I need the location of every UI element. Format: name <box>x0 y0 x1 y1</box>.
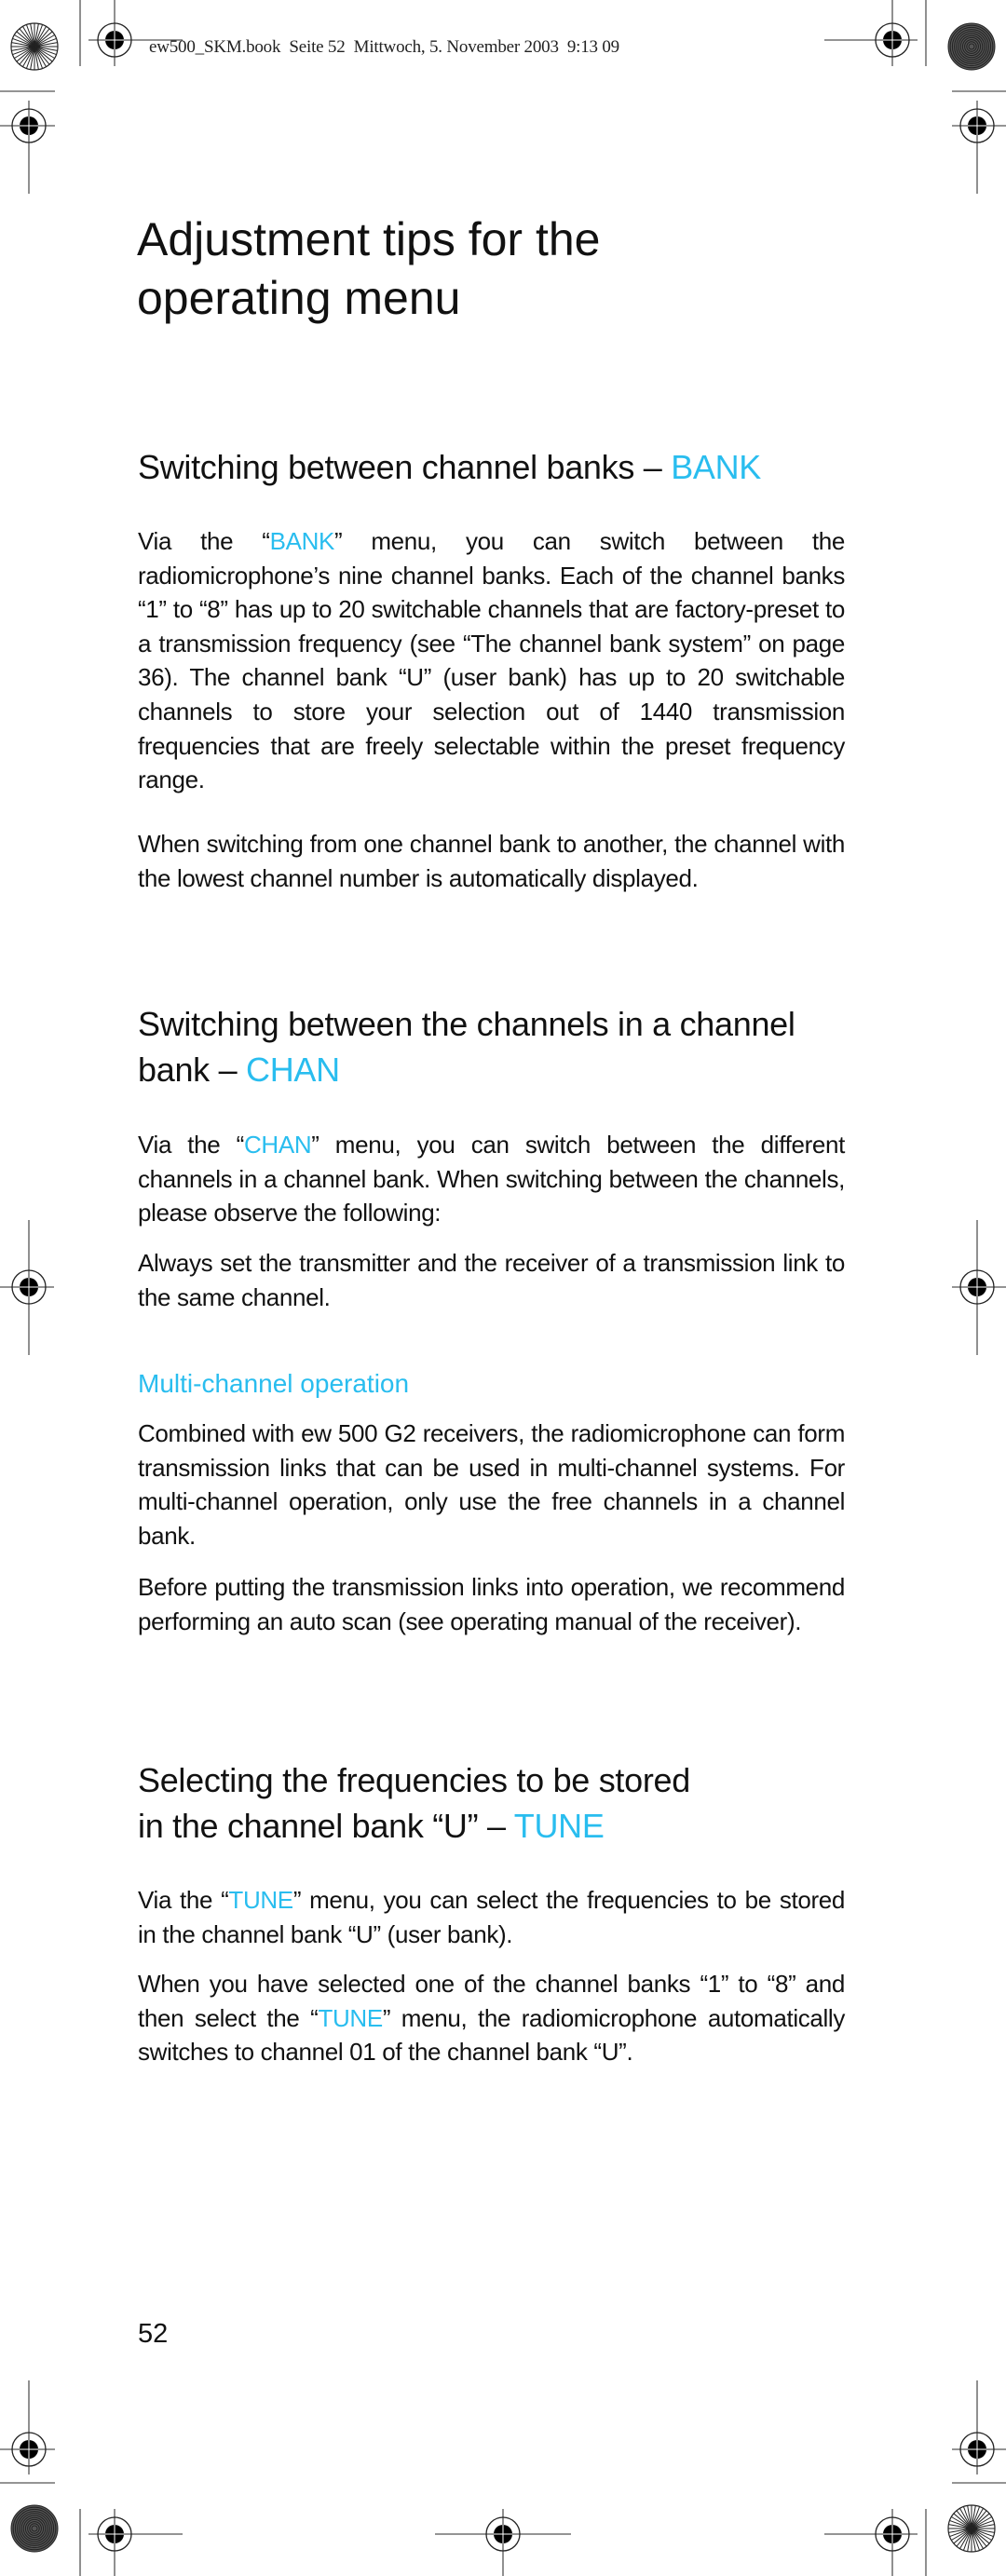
menu-keyword-chan: CHAN <box>243 1131 312 1159</box>
registration-mark-icon <box>824 0 918 66</box>
registration-mark-icon <box>824 2509 918 2576</box>
registration-mark-icon <box>952 2380 1006 2474</box>
gray-patch-icon <box>947 22 996 71</box>
registration-mark-icon <box>0 1220 54 1355</box>
color-wheel-icon <box>10 22 59 71</box>
menu-keyword-tune: TUNE <box>228 1886 293 1914</box>
paragraph-multi-channel: Combined with ew 500 G2 receivers, the r… <box>138 1419 845 1550</box>
menu-keyword-tune: TUNE <box>513 1807 605 1845</box>
registration-mark-icon <box>88 2509 183 2576</box>
subheading-multi-channel: Multi-channel operation <box>138 1369 410 1398</box>
registration-mark-icon <box>0 2380 55 2474</box>
page-title-line-2: operating menu <box>137 272 461 324</box>
paragraph-chan-intro: Via the “CHAN” menu, you can switch betw… <box>138 1128 845 1230</box>
paragraph-bank-switching: When switching from one channel bank to … <box>138 830 845 892</box>
registration-mark-icon <box>435 2509 571 2576</box>
heading-line-1: Switching between the channels in a chan… <box>138 1005 795 1043</box>
text-run: Via the “ <box>138 1131 244 1159</box>
page-number: 52 <box>138 2319 169 2349</box>
paragraph-tune-auto-switch: When you have selected one of the channe… <box>138 1967 845 2069</box>
color-wheel-icon <box>947 2504 996 2553</box>
page-title: Adjustment tips for the operating menu <box>137 210 882 328</box>
menu-keyword-tune: TUNE <box>318 2003 383 2032</box>
heading-line-2: in the channel bank “U” – <box>138 1807 514 1845</box>
section-heading-chan: Switching between the channels in a chan… <box>138 1001 855 1092</box>
gray-patch-icon <box>10 2504 59 2553</box>
registration-mark-icon <box>0 101 55 194</box>
paragraph-same-channel: Always set the transmitter and the recei… <box>138 1249 845 1311</box>
text-run: Via the “ <box>138 1886 229 1914</box>
menu-keyword-bank: BANK <box>671 448 762 486</box>
registration-mark-icon <box>952 1220 1006 1355</box>
registration-mark-icon <box>952 101 1006 194</box>
paragraph-tune-intro: Via the “TUNE” menu, you can select the … <box>138 1883 845 1951</box>
paragraph-bank-intro: Via the “BANK” menu, you can switch betw… <box>138 524 845 797</box>
menu-keyword-chan: CHAN <box>246 1051 340 1089</box>
paragraph-auto-scan: Before putting the transmission links in… <box>138 1573 845 1635</box>
section-heading-tune: Selecting the frequencies to be stored in… <box>138 1757 855 1849</box>
page-title-line-1: Adjustment tips for the <box>137 213 601 265</box>
print-slug: ew500_SKM.book Seite 52 Mittwoch, 5. Nov… <box>149 37 619 57</box>
menu-keyword-bank: BANK <box>269 527 335 555</box>
heading-text: Switching between channel banks – <box>138 448 672 486</box>
heading-line-1: Selecting the frequencies to be stored <box>138 1761 690 1799</box>
text-run: Via the “ <box>138 527 270 555</box>
heading-line-2: bank – <box>138 1051 246 1089</box>
section-heading-bank: Switching between channel banks – BANK <box>138 444 855 490</box>
text-run: ” menu, you can switch between the radio… <box>138 527 845 794</box>
